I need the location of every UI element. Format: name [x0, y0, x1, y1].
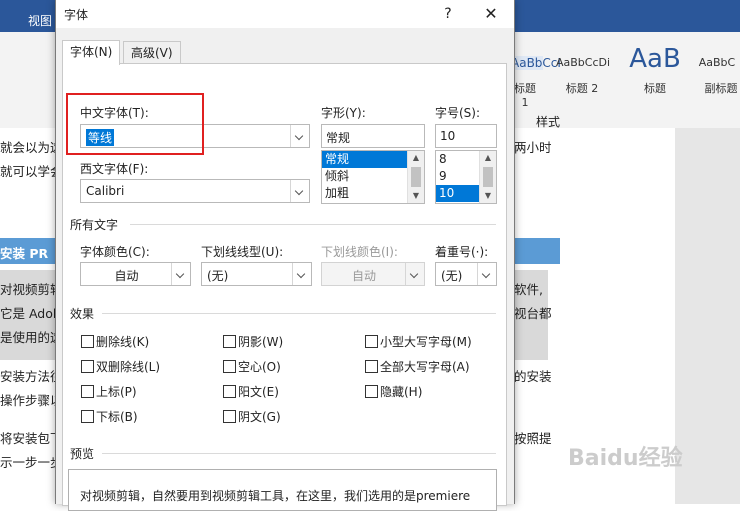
double-strikethrough-checkbox[interactable]	[81, 360, 94, 373]
scrollbar[interactable]: ▲ ▼	[407, 151, 424, 203]
section-divider	[102, 313, 496, 314]
doc-line: 将安装包下	[0, 431, 63, 446]
underline-style-combo[interactable]: (无)	[201, 262, 312, 286]
chevron-down-icon[interactable]	[290, 180, 309, 202]
subscript-label[interactable]: 下标(B)	[96, 408, 138, 425]
font-color-combo[interactable]: 自动	[80, 262, 191, 286]
doc-line: 示一步一步	[0, 455, 63, 470]
double-strikethrough-label[interactable]: 双删除线(L)	[96, 358, 160, 375]
western-font-label: 西文字体(F):	[80, 162, 149, 176]
engrave-label[interactable]: 阴文(G)	[238, 408, 281, 425]
scroll-down-icon[interactable]: ▼	[408, 189, 424, 203]
scroll-thumb[interactable]	[483, 167, 493, 187]
strikethrough-checkbox[interactable]	[81, 335, 94, 348]
section-divider	[130, 224, 496, 225]
engrave-checkbox[interactable]	[223, 410, 236, 423]
chevron-down-icon[interactable]	[292, 263, 311, 285]
hidden-checkbox[interactable]	[365, 385, 378, 398]
all-caps-label[interactable]: 全部大写字母(A)	[380, 358, 470, 375]
dialog-title: 字体	[64, 8, 89, 22]
font-color-value: 自动	[114, 269, 139, 283]
preview-text: 对视频剪辑，自然要用到视频剪辑工具，在这里，我们选用的是premiere	[80, 489, 471, 503]
style-subtitle-preview[interactable]: AaBbC	[692, 56, 740, 69]
list-item[interactable]: 10	[436, 185, 479, 202]
western-font-value: Calibri	[86, 184, 125, 198]
close-button[interactable]: ✕	[480, 3, 502, 25]
list-item[interactable]: 常规	[322, 151, 407, 168]
scroll-up-icon[interactable]: ▲	[480, 151, 496, 165]
annotation-highlight-box	[66, 93, 204, 155]
font-size-input[interactable]: 10	[435, 124, 497, 148]
tab-view[interactable]: 视图	[28, 12, 52, 29]
doc-line: 的安装	[514, 369, 552, 384]
doc-line: 对视频剪辑	[0, 282, 63, 297]
scrollbar[interactable]: ▲ ▼	[479, 151, 496, 203]
shadow-label[interactable]: 阴影(W)	[238, 333, 283, 350]
underline-style-label: 下划线线型(U):	[201, 245, 284, 259]
doc-line: 软件,	[514, 282, 543, 297]
outline-checkbox[interactable]	[223, 360, 236, 373]
section-divider	[102, 453, 496, 454]
underline-color-combo: 自动	[321, 262, 425, 286]
doc-heading: 安装 PR	[0, 246, 49, 261]
tab-font[interactable]: 字体(N)	[62, 40, 121, 65]
small-caps-label[interactable]: 小型大写字母(M)	[380, 333, 472, 350]
doc-line: 操作步骤以	[0, 393, 63, 408]
strikethrough-label[interactable]: 删除线(K)	[96, 333, 149, 350]
all-caps-checkbox[interactable]	[365, 360, 378, 373]
subscript-checkbox[interactable]	[81, 410, 94, 423]
scroll-down-icon[interactable]: ▼	[480, 189, 496, 203]
watermark-logo: Baidu经验	[568, 446, 683, 471]
underline-color-label: 下划线颜色(I):	[321, 245, 398, 259]
emphasis-mark-value: (无)	[441, 269, 463, 283]
all-text-section-title: 所有文字	[70, 218, 119, 232]
font-color-label: 字体颜色(C):	[80, 245, 150, 259]
underline-color-value: 自动	[351, 269, 376, 283]
doc-line: 两小时	[514, 140, 552, 155]
style-title-preview[interactable]: AaB	[624, 44, 686, 74]
chevron-down-icon[interactable]	[171, 263, 190, 285]
doc-line: 是使用的这	[0, 330, 63, 345]
hidden-label[interactable]: 隐藏(H)	[380, 383, 422, 400]
chevron-down-icon[interactable]	[477, 263, 496, 285]
doc-line: 就可以学会	[0, 164, 63, 179]
superscript-checkbox[interactable]	[81, 385, 94, 398]
emboss-checkbox[interactable]	[223, 385, 236, 398]
superscript-label[interactable]: 上标(P)	[96, 383, 137, 400]
outline-label[interactable]: 空心(O)	[238, 358, 281, 375]
style-heading2-preview[interactable]: AaBbCcDi	[552, 56, 614, 69]
style-subtitle-name: 副标题	[704, 82, 738, 95]
doc-line: 按照提	[514, 431, 552, 446]
style-heading1-preview[interactable]: AaBbCcI	[511, 56, 561, 70]
font-dialog: 字体 ? ✕ 字体(N) 高级(V) 中文字体(T): 等线 西文字体(F): …	[55, 0, 515, 506]
help-button[interactable]: ?	[438, 3, 458, 25]
font-size-value: 10	[440, 129, 456, 143]
font-style-list[interactable]: 常规 倾斜 加粗 ▲ ▼	[321, 150, 425, 204]
style-title-name: 标题	[644, 82, 666, 95]
font-size-label: 字号(S):	[435, 106, 481, 120]
emphasis-mark-combo[interactable]: (无)	[435, 262, 497, 286]
font-size-list[interactable]: 8 9 10 ▲ ▼	[435, 150, 497, 204]
preview-section-title: 预览	[70, 447, 95, 461]
font-style-value: 常规	[326, 131, 351, 145]
tab-advanced[interactable]: 高级(V)	[123, 41, 181, 64]
scroll-thumb[interactable]	[411, 167, 421, 187]
chevron-down-icon[interactable]	[290, 125, 309, 147]
doc-line: 就会以为这	[0, 140, 63, 155]
scroll-up-icon[interactable]: ▲	[408, 151, 424, 165]
small-caps-checkbox[interactable]	[365, 335, 378, 348]
font-style-input[interactable]: 常规	[321, 124, 425, 148]
font-style-label: 字形(Y):	[321, 106, 366, 120]
underline-style-value: (无)	[207, 269, 229, 283]
doc-line: 视台都	[514, 306, 552, 321]
chevron-down-icon	[405, 263, 424, 285]
style-heading2-name: 标题 2	[565, 82, 599, 95]
doc-line: 它是 Adob	[0, 306, 61, 321]
effects-section-title: 效果	[70, 307, 95, 321]
shadow-checkbox[interactable]	[223, 335, 236, 348]
doc-line: 安装方法往	[0, 369, 63, 384]
emboss-label[interactable]: 阳文(E)	[238, 383, 279, 400]
emphasis-mark-label: 着重号(·):	[435, 245, 489, 259]
western-font-combo[interactable]: Calibri	[80, 179, 310, 203]
